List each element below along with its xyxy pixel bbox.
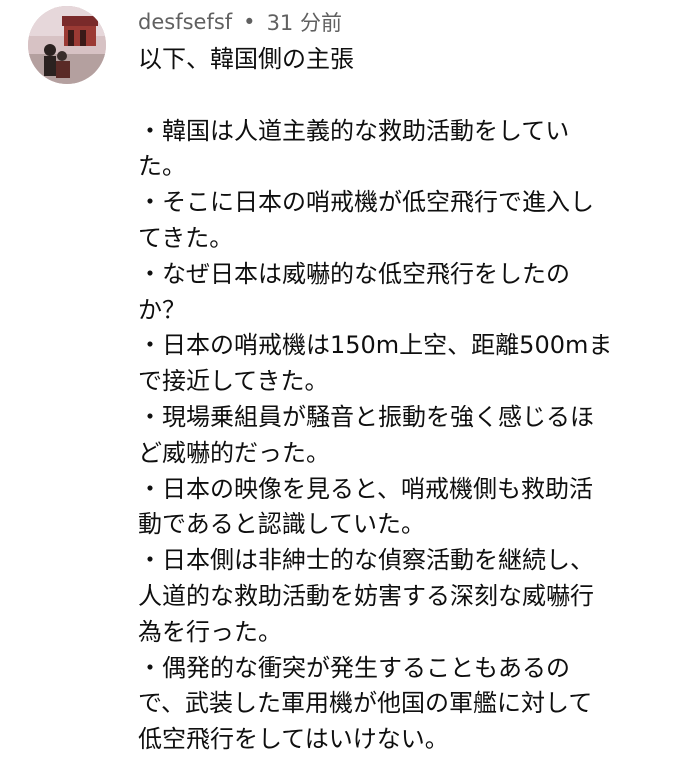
author-name[interactable]: desfsefsf bbox=[138, 10, 232, 34]
comment-line: ・そこに日本の哨戒機が低空飛行で進入し bbox=[138, 188, 594, 217]
comment-line: で接近してきた。 bbox=[138, 367, 329, 396]
comment-line: てきた。 bbox=[138, 223, 234, 252]
comment-line: 人道的な救助活動を妨害する深刻な威嚇行 bbox=[138, 581, 594, 610]
author-avatar[interactable] bbox=[28, 6, 106, 84]
comment-line: た。 bbox=[138, 152, 186, 181]
comment-line: 低空飛行をしてはいけない。 bbox=[138, 725, 449, 754]
comment-line: か？ bbox=[138, 295, 186, 324]
comment-item: desfsefsf • 31 分前 以下、韓国側の主張 ・韓国は人道主義的な救助… bbox=[0, 0, 680, 753]
comment-line: 以下、韓国側の主張 bbox=[138, 45, 354, 73]
comment-line: ・韓国は人道主義的な救助活動をしてい bbox=[138, 116, 570, 145]
comment-line-blank bbox=[138, 78, 674, 114]
comment-line: ・なぜ日本は威嚇的な低空飛行をしたの bbox=[138, 259, 570, 288]
avatar-photo-icon bbox=[28, 6, 106, 84]
comment-line: 為を行った。 bbox=[138, 617, 282, 646]
comment-timestamp[interactable]: 31 分前 bbox=[267, 7, 342, 37]
comment-line: ど威嚇的だった。 bbox=[138, 438, 330, 467]
comment-line: ・日本側は非紳士的な偵察活動を継続し、 bbox=[138, 546, 594, 575]
comment-line: ・日本の映像を見ると、哨戒機側も救助活 bbox=[138, 474, 594, 503]
comment-meta: desfsefsf • 31 分前 bbox=[138, 6, 342, 38]
comment-line: 動であると認識していた。 bbox=[138, 510, 426, 539]
comment-line: で、武装した軍用機が他国の軍艦に対して bbox=[138, 689, 593, 718]
comment-line: ・偶発的な衝突が発生することもあるの bbox=[138, 653, 570, 682]
comment-line: ・日本の哨戒機は150m上空、距離500mま bbox=[138, 331, 613, 360]
meta-separator: • bbox=[243, 10, 256, 34]
comment-body: 以下、韓国側の主張 ・韓国は人道主義的な救助活動をしてい た。 ・そこに日本の哨… bbox=[138, 42, 674, 758]
comment-line: ・現場乗組員が騒音と振動を強く感じるほ bbox=[138, 402, 594, 431]
